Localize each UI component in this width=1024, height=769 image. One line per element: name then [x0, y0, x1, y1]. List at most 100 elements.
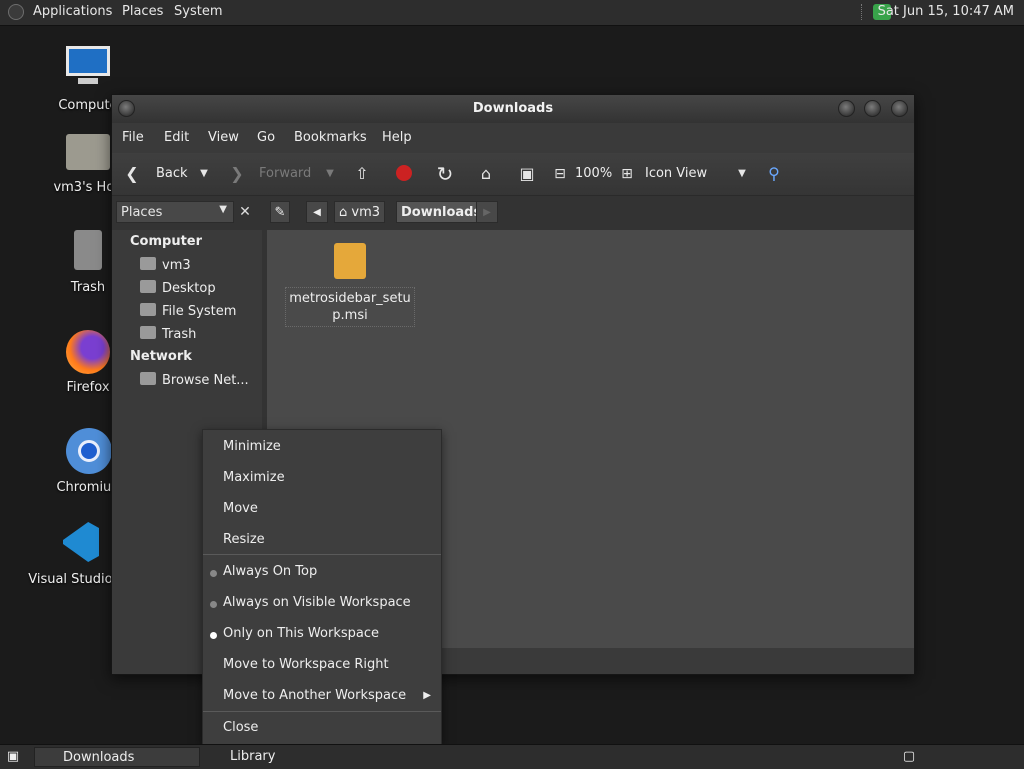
home-folder-icon	[64, 128, 112, 176]
sidebar-item-file-system[interactable]: File System	[140, 303, 236, 319]
menu-bookmarks[interactable]: Bookmarks	[294, 130, 367, 145]
file-name: metrosidebar_setup.msi	[285, 287, 415, 327]
menu-edit[interactable]: Edit	[164, 130, 189, 145]
menu-item-move-to-another-workspace[interactable]: Move to Another Workspace	[223, 688, 406, 703]
submenu-arrow-icon: ▶	[423, 690, 431, 701]
taskbar-item-label: Library	[230, 749, 276, 764]
chromium-icon	[64, 428, 112, 476]
view-mode-select[interactable]: Icon View	[645, 166, 707, 181]
minimize-button[interactable]	[838, 100, 855, 117]
location-bar: Places ▼ ✕ ✎ ◀ ⌂ vm3 Downloads ▶	[112, 196, 914, 230]
menu-separator	[203, 554, 441, 555]
sidebar-item-vm3[interactable]: vm3	[140, 257, 191, 273]
menu-view[interactable]: View	[208, 130, 239, 145]
package-icon	[334, 243, 366, 279]
sidebar-item-label: Trash	[162, 327, 197, 342]
edit-location-icon[interactable]: ✎	[270, 201, 290, 223]
back-arrow-icon[interactable]: ❮	[122, 164, 142, 184]
menu-item-minimize[interactable]: Minimize	[223, 439, 281, 454]
computer-icon	[64, 46, 112, 94]
sidebar-heading-network: Network	[130, 349, 192, 364]
sidebar-item-desktop[interactable]: Desktop	[140, 280, 216, 296]
taskbar-item-label: Downloads	[63, 750, 135, 765]
menu-file[interactable]: File	[122, 130, 144, 145]
menu-separator	[203, 711, 441, 712]
menu-item-always-on-visible-workspace[interactable]: Always on Visible Workspace	[223, 595, 411, 610]
close-sidebar-icon[interactable]: ✕	[234, 201, 256, 223]
window-context-menu: Minimize Maximize Move Resize Always On …	[202, 429, 442, 745]
sidebar-item-label: Browse Net...	[162, 373, 249, 388]
forward-history-chevron-down-icon: ▼	[326, 168, 334, 179]
window-title: Downloads	[472, 101, 554, 116]
forward-button: Forward	[259, 166, 312, 181]
taskbar-item-library[interactable]: Library	[206, 747, 398, 767]
home-folder-icon	[140, 257, 156, 270]
clock[interactable]: Sat Jun 15, 10:47 AM	[878, 4, 1014, 19]
breadcrumb-vm3[interactable]: ⌂ vm3	[334, 201, 386, 223]
computer-icon[interactable]: ▣	[517, 164, 537, 184]
sidebar-item-label: File System	[162, 304, 237, 319]
applications-menu[interactable]: Applications	[33, 4, 112, 19]
vscode-icon	[57, 520, 105, 568]
back-history-chevron-down-icon[interactable]: ▼	[194, 164, 214, 184]
maximize-button[interactable]	[864, 100, 881, 117]
show-desktop-icon[interactable]: ▣	[2, 747, 24, 767]
sidebar-item-label: Desktop	[162, 281, 216, 296]
home-icon[interactable]: ⌂	[476, 164, 496, 184]
sidebar-item-trash[interactable]: Trash	[140, 326, 196, 342]
close-button[interactable]	[891, 100, 908, 117]
forward-arrow-icon: ❯	[230, 164, 244, 183]
trash-icon	[64, 228, 112, 276]
zoom-level: 100%	[575, 166, 613, 181]
search-icon[interactable]: ⚲	[764, 164, 784, 184]
window-titlebar[interactable]: Downloads	[112, 95, 914, 123]
breadcrumb-right-arrow-icon: ▶	[476, 201, 498, 223]
radio-on-icon	[210, 632, 217, 639]
sidebar-item-label: vm3	[162, 258, 191, 273]
zoom-out-icon[interactable]: ⊟	[550, 164, 570, 184]
network-icon	[140, 372, 156, 385]
chevron-down-icon: ▼	[219, 204, 227, 215]
reload-icon[interactable]: ↻	[435, 164, 455, 184]
places-menu[interactable]: Places	[122, 4, 163, 19]
menu-item-resize[interactable]: Resize	[223, 532, 265, 547]
menubar: File Edit View Go Bookmarks Help	[112, 123, 914, 153]
menu-go[interactable]: Go	[257, 130, 275, 145]
menu-help[interactable]: Help	[382, 130, 412, 145]
radio-off-icon	[210, 570, 217, 577]
sidebar-places-select[interactable]: Places ▼	[116, 201, 234, 223]
drive-icon	[140, 303, 156, 316]
breadcrumb-label: vm3	[351, 205, 381, 220]
view-mode-chevron-down-icon[interactable]: ▼	[732, 164, 752, 184]
system-menu[interactable]: System	[174, 4, 222, 19]
menu-item-always-on-top[interactable]: Always On Top	[223, 564, 317, 579]
firefox-icon	[64, 328, 112, 376]
menu-item-move[interactable]: Move	[223, 501, 258, 516]
menu-item-only-on-this-workspace[interactable]: Only on This Workspace	[223, 626, 379, 641]
menu-item-close[interactable]: Close	[223, 720, 258, 735]
breadcrumb-label: Downloads	[401, 205, 482, 220]
sidebar-item-browse-network[interactable]: Browse Net...	[140, 372, 249, 388]
workspace-switcher-icon[interactable]: ▢	[896, 747, 922, 767]
panel-separator	[861, 4, 864, 20]
radio-off-icon	[210, 601, 217, 608]
taskbar-item-downloads[interactable]: Downloads	[34, 747, 200, 767]
menu-item-maximize[interactable]: Maximize	[223, 470, 285, 485]
file-item[interactable]: metrosidebar_setup.msi	[285, 239, 415, 327]
top-panel: Applications Places System Sat Jun 15, 1…	[0, 0, 1024, 26]
zoom-in-icon[interactable]: ⊞	[617, 164, 637, 184]
back-button[interactable]: Back	[156, 166, 188, 181]
desktop-folder-icon	[140, 280, 156, 293]
home-folder-icon: ⌂	[339, 205, 352, 220]
menu-item-move-to-workspace-right[interactable]: Move to Workspace Right	[223, 657, 389, 672]
bottom-panel: ▣ Downloads Library ▢	[0, 744, 1024, 769]
stop-icon[interactable]	[394, 164, 414, 184]
mate-logo-icon[interactable]	[8, 4, 24, 20]
sidebar-heading-computer: Computer	[130, 234, 203, 249]
places-select-label: Places	[121, 205, 163, 220]
toolbar: ❮ Back ▼ ❯ Forward ▼ ⇧ ↻ ⌂ ▣ ⊟ 100% ⊞ Ic…	[112, 153, 914, 196]
trash-icon	[140, 326, 156, 339]
breadcrumb-downloads[interactable]: Downloads	[396, 201, 487, 223]
breadcrumb-left-arrow-icon[interactable]: ◀	[306, 201, 328, 223]
up-arrow-icon[interactable]: ⇧	[352, 164, 372, 184]
